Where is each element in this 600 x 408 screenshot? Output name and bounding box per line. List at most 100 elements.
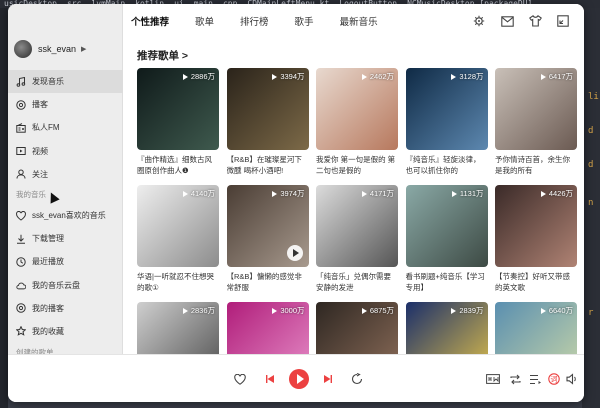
play-count: 3000万	[272, 305, 305, 316]
play-count: 3974万	[272, 188, 305, 199]
sidebar-item-label: 最近播放	[32, 257, 64, 267]
top-icons	[458, 14, 570, 28]
sidebar-nav: 发现音乐 播客 私人FM 视频关注我的音乐 ssk_evan喜欢的音乐 下载管理最近播放我…	[8, 70, 123, 361]
sidebar-section-my-music: 我的音乐	[16, 190, 46, 200]
playlist-cover[interactable]: 3000万	[226, 302, 309, 354]
sidebar-item-4[interactable]: 关注	[8, 163, 123, 186]
playlist-cover[interactable]: 3974万	[226, 185, 309, 267]
play-count-icon	[540, 73, 546, 80]
play-count-value: 3000万	[280, 306, 305, 315]
play-count-value: 4426万	[548, 189, 573, 198]
playlist-title[interactable]: 【R&B】慵懒的感觉非常舒服	[227, 271, 309, 293]
sidebar-my-item-2[interactable]: 最近播放	[8, 250, 123, 273]
settings-icon[interactable]	[472, 14, 486, 28]
sidebar-my-item-0[interactable]: ssk_evan喜欢的音乐	[8, 204, 123, 227]
section-title[interactable]: 推荐歌单 >	[137, 48, 188, 63]
play-count-value: 6417万	[548, 72, 573, 81]
sidebar-my-item-5[interactable]: 我的收藏	[8, 320, 123, 343]
desktop-left-edge	[0, 8, 8, 408]
playlist-cover[interactable]: 2886万	[137, 68, 219, 150]
mini-mode-icon[interactable]	[556, 14, 570, 28]
next-icon[interactable]	[322, 373, 334, 385]
sidebar-item-label: 关注	[32, 169, 48, 179]
playlist-cover[interactable]: 3128万	[405, 68, 488, 150]
desktop-edge-text: d	[588, 160, 594, 170]
play-count-icon	[272, 73, 278, 80]
playlist-title[interactable]: 『曲作精选』细数古风圈原创作曲人❶	[137, 154, 219, 176]
play-pause-button[interactable]	[289, 369, 309, 389]
playlist-cover[interactable]: 2839万	[405, 302, 488, 354]
playlist-title[interactable]: 我爱你 第一句是假的 第二句也是假的	[316, 154, 398, 176]
play-count-value: 2886万	[190, 72, 215, 81]
playlist-cover[interactable]: 4171万	[316, 185, 398, 267]
sidebar-item-2[interactable]: 私人FM	[8, 116, 123, 139]
playlist-queue-icon[interactable]	[528, 373, 542, 385]
tab-0[interactable]: 个性推荐	[131, 14, 169, 28]
tab-1[interactable]: 歌单	[195, 14, 214, 28]
playlist-cover[interactable]: 2462万	[316, 68, 398, 150]
skin-icon[interactable]	[528, 14, 542, 28]
top-tabs: 个性推荐 歌单 排行榜 歌手 最新音乐	[131, 14, 404, 28]
lyrics-icon[interactable]: 词	[548, 373, 560, 385]
playlist-title[interactable]: 【R&B】在璀璨星河下微醺 喝杯小酒吧!	[227, 154, 309, 176]
sidebar-my-item-4[interactable]: 我的播客	[8, 297, 123, 320]
mail-icon[interactable]	[500, 14, 514, 28]
quality-icon[interactable]	[486, 373, 500, 385]
music-note-icon	[16, 76, 26, 87]
download-icon	[16, 234, 26, 244]
play-count-value: 2836万	[190, 306, 215, 315]
radio-icon	[16, 123, 26, 133]
playlist-cover[interactable]: 1131万	[405, 185, 488, 267]
play-count-icon	[272, 190, 278, 197]
playlist-title[interactable]: 『纯音乐』轻旋淡律，也可以抓住你的	[406, 154, 488, 176]
svg-text:词: 词	[551, 376, 558, 384]
previous-icon[interactable]	[264, 373, 276, 385]
tab-4[interactable]: 最新音乐	[340, 14, 378, 28]
user-profile[interactable]: ssk_evan ▶	[14, 40, 86, 58]
play-button[interactable]	[286, 245, 303, 261]
play-count: 4426万	[540, 188, 573, 199]
play-count: 4140万	[182, 188, 215, 199]
share-icon[interactable]	[351, 373, 363, 385]
clock-icon	[16, 257, 26, 267]
playlist-title[interactable]: 看书刷题+纯音乐【学习专用】	[406, 271, 488, 293]
play-icon	[292, 249, 299, 257]
playlist-title[interactable]: 「纯音乐」兑偶尔需要安静的发泄	[316, 271, 398, 293]
play-count: 4171万	[361, 188, 394, 199]
sidebar-item-3[interactable]: 视频	[8, 140, 123, 163]
playlist-cover[interactable]: 3394万	[226, 68, 309, 150]
sidebar-item-1[interactable]: 播客	[8, 93, 123, 116]
like-heart-icon[interactable]	[234, 373, 246, 385]
play-count-icon	[451, 73, 457, 80]
volume-icon[interactable]	[566, 373, 578, 385]
playlist-cover[interactable]: 6640万	[495, 302, 577, 354]
main-content: 推荐歌单 > 2886万『曲作精选』细数古风圈原创作曲人❶ 3394万【R&B】在…	[123, 38, 584, 354]
playlist-cover[interactable]: 4426万	[495, 185, 577, 267]
sidebar-my-item-3[interactable]: 我的音乐云盘	[8, 274, 123, 297]
play-count: 2886万	[182, 71, 215, 82]
playlist-cover[interactable]: 6417万	[495, 68, 577, 150]
tab-2[interactable]: 排行榜	[240, 14, 269, 28]
playlist-title[interactable]: 华语|一听就忍不住想哭的歌①	[137, 271, 219, 293]
sidebar-item-0[interactable]: 发现音乐	[8, 70, 123, 94]
podcast-icon	[16, 100, 26, 110]
playlist-title[interactable]: 【节奏控】好听又带感的英文歌	[495, 271, 577, 293]
playlist-cover[interactable]: 4140万	[137, 185, 219, 267]
avatar[interactable]	[14, 40, 32, 58]
playlist-title[interactable]: 予你情诗百首，余生你是我的所有	[495, 154, 577, 176]
tab-3[interactable]: 歌手	[295, 14, 314, 28]
play-count-value: 3394万	[280, 72, 305, 81]
play-count-icon	[361, 307, 367, 314]
username[interactable]: ssk_evan	[38, 44, 76, 54]
sidebar-my-item-1[interactable]: 下载管理	[8, 227, 123, 250]
play-count: 1131万	[451, 188, 484, 199]
play-count-value: 1131万	[459, 189, 484, 198]
caret-right-icon[interactable]: ▶	[81, 45, 86, 53]
playlist-cover[interactable]: 2836万	[137, 302, 219, 354]
playlist-cover[interactable]: 6875万	[316, 302, 398, 354]
play-count: 3128万	[451, 71, 484, 82]
sidebar: ssk_evan ▶ 发现音乐 播客 私人FM 视频关注我的音乐 ssk_evan喜欢的…	[8, 4, 123, 357]
play-count-icon	[451, 190, 457, 197]
loop-icon[interactable]	[508, 373, 522, 385]
play-count-icon	[451, 307, 457, 314]
